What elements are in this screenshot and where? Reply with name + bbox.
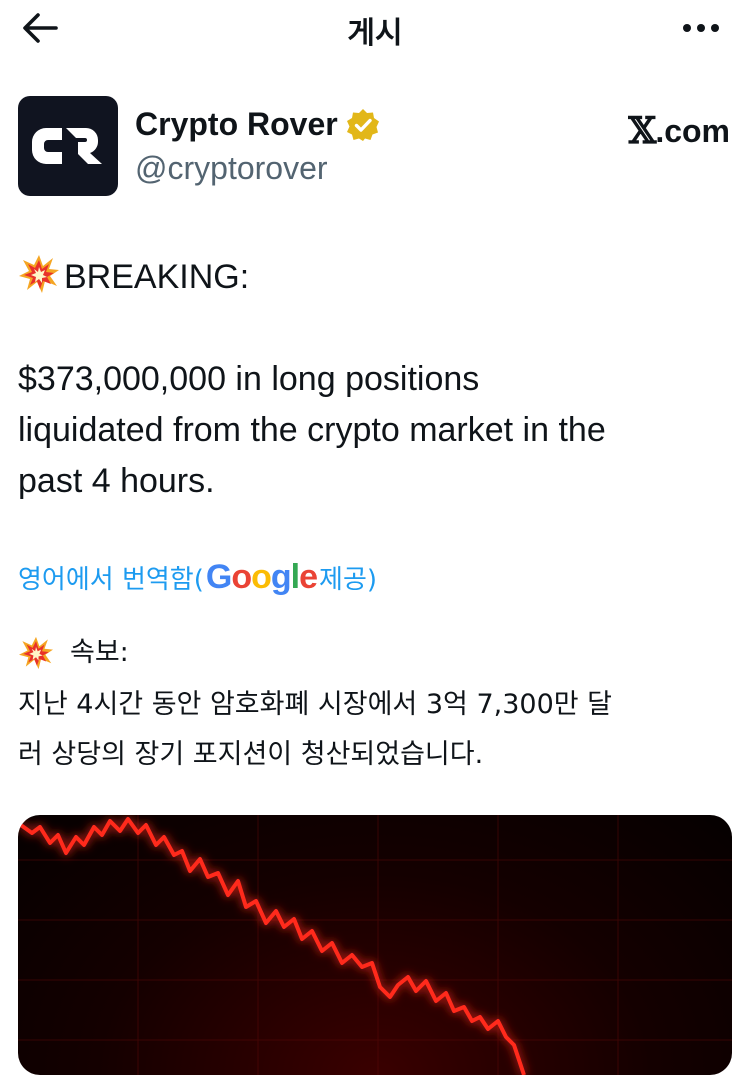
translation-attribution-link[interactable]: 영어에서 번역함( Google 제공) — [18, 558, 377, 597]
author-name-row: Crypto Rover — [135, 106, 380, 143]
author-name[interactable]: Crypto Rover — [135, 106, 338, 143]
x-logo-icon: 𝕏 — [628, 110, 656, 152]
falling-chart-image — [18, 815, 732, 1075]
tweet-body-line: past 4 hours. — [18, 462, 215, 500]
author-handle[interactable]: @cryptorover — [135, 150, 328, 187]
crypto-rover-logo-icon — [32, 128, 102, 164]
post-image[interactable] — [18, 815, 732, 1075]
source-xcom-link[interactable]: 𝕏 .com — [628, 110, 730, 152]
translated-text: 속보: 지난 4시간 동안 암호화폐 시장에서 3억 7,300만 달 러 상당… — [18, 628, 730, 780]
breaking-label: BREAKING: — [64, 258, 250, 296]
tweet-headline: BREAKING: — [18, 252, 730, 303]
google-logo: Google — [205, 558, 318, 596]
avatar[interactable] — [18, 96, 118, 196]
more-horizontal-icon — [683, 24, 691, 32]
collision-emoji-icon — [19, 255, 59, 293]
source-domain: .com — [655, 112, 730, 149]
translated-line: 지난 4시간 동안 암호화폐 시장에서 3억 7,300만 달 — [18, 689, 613, 720]
tweet-text: BREAKING: $373,000,000 in long positions… — [18, 252, 730, 507]
translated-line: 러 상당의 장기 포지션이 청산되었습니다. — [18, 739, 484, 770]
translated-headline: 속보: — [70, 637, 129, 668]
more-options-button[interactable] — [678, 10, 724, 46]
top-bar: 게시 — [0, 0, 750, 56]
collision-emoji-icon — [19, 636, 53, 670]
page-title: 게시 — [347, 16, 403, 51]
verified-badge-icon — [346, 108, 379, 141]
translation-prefix: 영어에서 번역함( — [18, 565, 204, 595]
tweet-body-line: $373,000,000 in long positions — [18, 360, 480, 398]
translation-suffix: 제공) — [319, 565, 378, 595]
tweet-body-line: liquidated from the crypto market in the — [18, 411, 606, 449]
post-author: Crypto Rover @cryptorover 𝕏 .com — [18, 96, 730, 198]
